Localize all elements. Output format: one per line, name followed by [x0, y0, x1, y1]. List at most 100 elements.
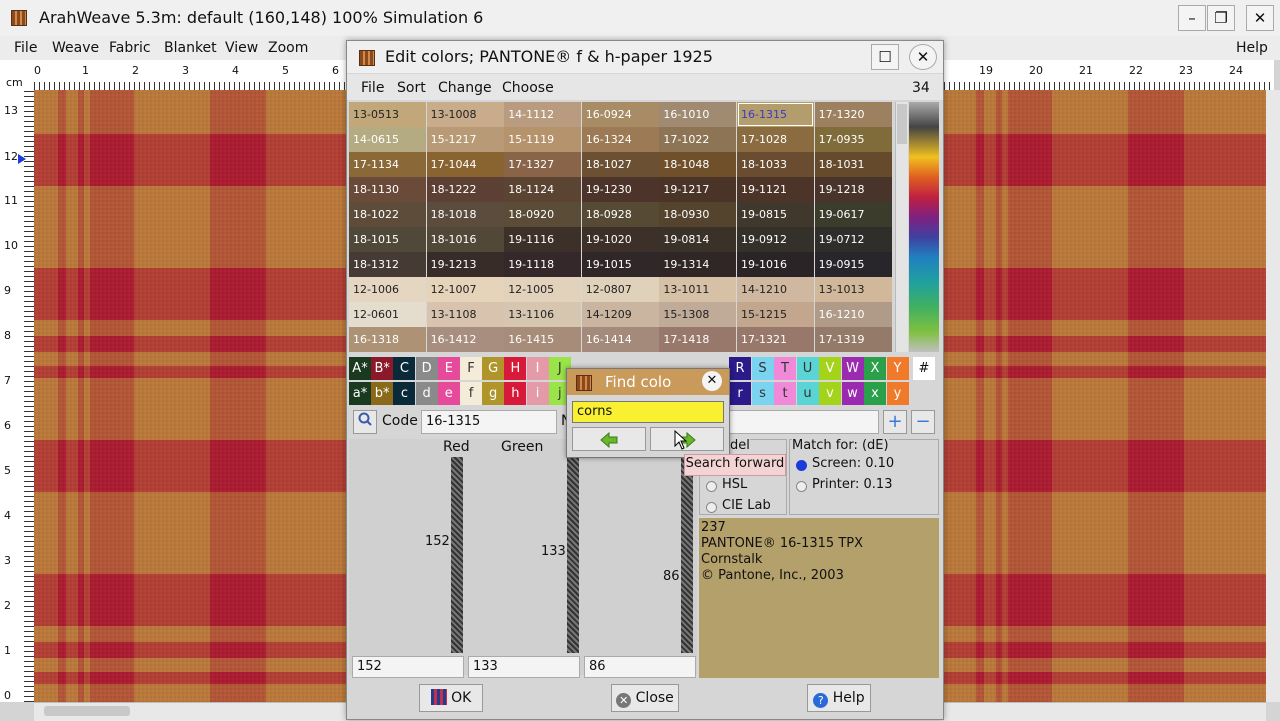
color-key[interactable]: x	[864, 382, 886, 405]
hsl-radio[interactable]	[706, 481, 717, 492]
remove-color-button[interactable]: −	[911, 410, 935, 434]
color-palette-strip[interactable]	[909, 102, 939, 352]
vertical-scrollbar[interactable]	[1266, 90, 1280, 702]
dialog-close-button[interactable]: ✕	[909, 44, 937, 70]
color-swatch[interactable]: 15-1215	[737, 302, 814, 327]
color-swatch[interactable]: 17-1327	[504, 152, 582, 177]
color-key[interactable]: X	[864, 357, 886, 380]
color-swatch[interactable]: 12-1006	[349, 277, 426, 302]
code-input[interactable]: 16-1315	[421, 410, 557, 434]
color-swatch[interactable]: 16-0924	[581, 102, 659, 127]
color-key[interactable]: V	[819, 357, 841, 380]
find-close-button[interactable]: ✕	[702, 371, 722, 391]
color-key[interactable]: F	[460, 357, 482, 380]
color-swatch[interactable]: 19-1218	[814, 177, 892, 202]
color-swatch[interactable]: 19-0712	[814, 227, 892, 252]
menu-file[interactable]: File	[14, 40, 37, 56]
menu-blanket[interactable]: Blanket	[164, 40, 217, 56]
menu-zoom[interactable]: Zoom	[268, 40, 308, 56]
color-swatch[interactable]: 17-1319	[814, 327, 892, 352]
color-key[interactable]: e	[437, 382, 460, 405]
ok-button[interactable]: OK	[419, 684, 483, 712]
color-swatch[interactable]: 14-1210	[737, 277, 814, 302]
restore-button[interactable]: ❐	[1207, 5, 1235, 31]
menu-fabric[interactable]: Fabric	[109, 40, 151, 56]
red-slider[interactable]	[451, 457, 463, 653]
color-swatch[interactable]: 14-0615	[349, 127, 426, 152]
color-key[interactable]: C	[393, 357, 416, 380]
color-key[interactable]: f	[460, 382, 482, 405]
name-input[interactable]	[729, 410, 879, 434]
hash-key[interactable]: #	[913, 357, 935, 380]
color-key[interactable]: T	[774, 357, 796, 380]
color-swatch[interactable]: 19-0814	[659, 227, 737, 252]
color-swatch[interactable]: 13-1011	[659, 277, 737, 302]
dialog-menu-change[interactable]: Change	[438, 80, 492, 96]
color-swatch[interactable]: 16-1315	[737, 102, 814, 127]
color-swatch[interactable]: 17-1321	[737, 327, 814, 352]
color-key[interactable]: a*	[349, 382, 371, 405]
red-input[interactable]: 152	[352, 656, 464, 678]
color-key[interactable]: Y	[886, 357, 909, 380]
color-key[interactable]: c	[393, 382, 416, 405]
color-swatch[interactable]: 19-0617	[814, 202, 892, 227]
color-swatch[interactable]: 18-1048	[659, 152, 737, 177]
color-swatch[interactable]: 18-1015	[349, 227, 426, 252]
color-swatch[interactable]: 13-0513	[349, 102, 426, 127]
dialog-menu-sort[interactable]: Sort	[397, 80, 426, 96]
color-key[interactable]: h	[504, 382, 527, 405]
color-swatch[interactable]: 15-1308	[659, 302, 737, 327]
color-swatch[interactable]: 18-1027	[581, 152, 659, 177]
color-swatch[interactable]: 18-0928	[581, 202, 659, 227]
color-swatch[interactable]: 18-1312	[349, 252, 426, 277]
menu-view[interactable]: View	[225, 40, 258, 56]
dialog-menu-choose[interactable]: Choose	[502, 80, 554, 96]
color-swatch[interactable]: 15-1119	[504, 127, 582, 152]
color-key[interactable]: v	[819, 382, 841, 405]
color-key[interactable]: S	[751, 357, 774, 380]
color-swatch[interactable]: 19-1213	[426, 252, 504, 277]
color-swatch[interactable]: 13-1013	[814, 277, 892, 302]
color-key[interactable]: r	[729, 382, 751, 405]
color-key[interactable]: t	[774, 382, 796, 405]
color-swatch[interactable]: 18-1016	[426, 227, 504, 252]
green-input[interactable]: 133	[468, 656, 580, 678]
color-swatch[interactable]: 18-1130	[349, 177, 426, 202]
dialog-maximize-button[interactable]: ☐	[871, 44, 899, 70]
close-window-button[interactable]: ✕	[1246, 5, 1274, 31]
color-swatch[interactable]: 16-1415	[504, 327, 582, 352]
color-swatch[interactable]: 16-1414	[581, 327, 659, 352]
color-swatch[interactable]: 19-1118	[504, 252, 582, 277]
color-swatch[interactable]: 19-1015	[581, 252, 659, 277]
menu-weave[interactable]: Weave	[52, 40, 99, 56]
color-key[interactable]: u	[796, 382, 819, 405]
color-swatch[interactable]: 14-1209	[581, 302, 659, 327]
green-slider[interactable]	[567, 457, 579, 653]
cielab-radio[interactable]	[706, 502, 717, 513]
color-key[interactable]: H	[504, 357, 527, 380]
color-swatch[interactable]: 18-1222	[426, 177, 504, 202]
color-swatch[interactable]: 12-1005	[504, 277, 582, 302]
color-key[interactable]: A*	[349, 357, 371, 380]
color-key[interactable]: b*	[371, 382, 394, 405]
color-swatch[interactable]: 12-0807	[581, 277, 659, 302]
color-swatch[interactable]: 17-1044	[426, 152, 504, 177]
find-input[interactable]: corns	[572, 401, 724, 423]
color-swatch[interactable]: 19-0912	[737, 227, 814, 252]
color-swatch[interactable]: 17-1320	[814, 102, 892, 127]
color-swatch[interactable]: 17-1418	[659, 327, 737, 352]
color-key[interactable]: I	[526, 357, 549, 380]
color-swatch[interactable]: 19-1217	[659, 177, 737, 202]
help-button[interactable]: ? Help	[807, 684, 871, 712]
color-key[interactable]: y	[886, 382, 909, 405]
ruler-marker-icon[interactable]	[18, 154, 26, 164]
color-key[interactable]: i	[526, 382, 549, 405]
color-swatch[interactable]: 16-1010	[659, 102, 737, 127]
color-swatch[interactable]: 19-1121	[737, 177, 814, 202]
dialog-menu-file[interactable]: File	[361, 80, 384, 96]
color-key[interactable]: E	[437, 357, 460, 380]
color-swatch[interactable]: 18-0920	[504, 202, 582, 227]
scroll-thumb[interactable]	[44, 706, 130, 716]
color-swatch[interactable]: 13-1008	[426, 102, 504, 127]
color-swatch[interactable]: 13-1106	[504, 302, 582, 327]
